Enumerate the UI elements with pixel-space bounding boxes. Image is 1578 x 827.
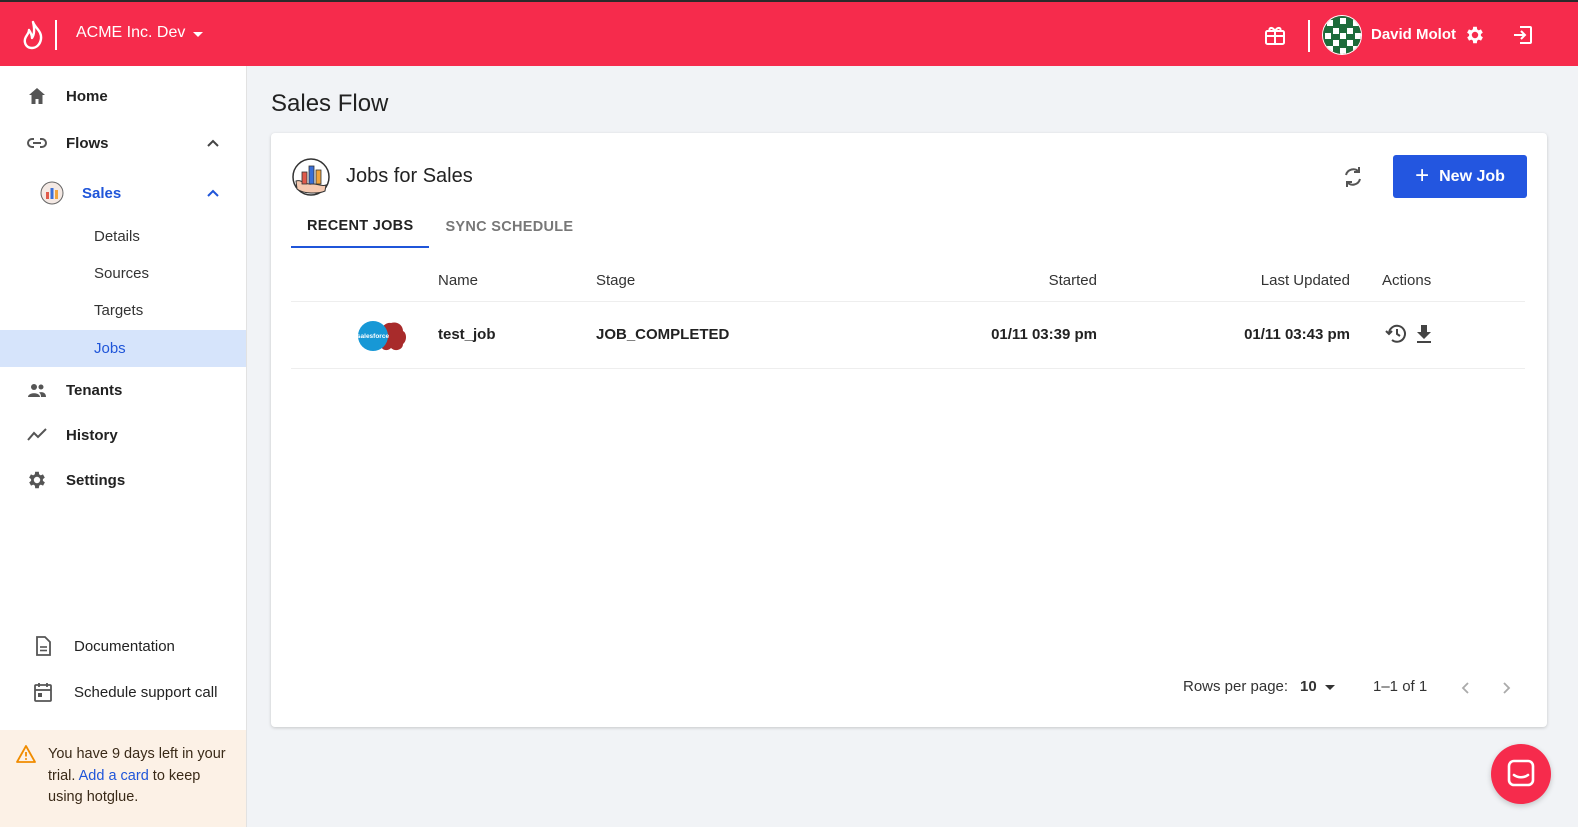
rows-per-page-select[interactable]: 10 [1300, 678, 1335, 695]
table-header: Name Stage Started Last Updated Actions [291, 258, 1525, 302]
top-bar: ACME Inc. Dev David Molot [0, 0, 1578, 66]
sidebar-item-history[interactable]: History [0, 415, 246, 455]
plus-icon: + [1415, 161, 1430, 189]
trend-icon [27, 428, 47, 441]
sidebar-subitem-label: Jobs [94, 340, 126, 357]
pagination-range: 1–1 of 1 [1373, 678, 1428, 695]
caret-down-icon [193, 31, 204, 37]
people-icon [28, 384, 46, 397]
schedule-support-call-link[interactable]: Schedule support call [0, 672, 246, 712]
home-icon [29, 88, 45, 104]
sidebar-item-settings[interactable]: Settings [0, 460, 246, 500]
sidebar-subitem-label: Targets [94, 302, 144, 319]
settings-gear-icon[interactable] [1464, 24, 1486, 46]
rows-per-page-label: Rows per page: [1183, 678, 1289, 695]
trial-message: You have 9 days left in your trial. Add … [48, 744, 238, 809]
sidebar-subitem-label: Details [94, 228, 140, 245]
chevron-left-icon[interactable] [1456, 678, 1476, 698]
sidebar-item-sales-flow[interactable]: Sales [0, 173, 246, 213]
tab-sync-schedule[interactable]: SYNC SCHEDULE [429, 205, 589, 248]
sidebar-subitem-label: Sources [94, 265, 150, 282]
schedule-support-call-label: Schedule support call [74, 683, 218, 701]
sidebar-item-label: History [66, 426, 118, 444]
document-icon [36, 636, 51, 656]
column-header-name: Name [438, 272, 479, 289]
column-header-actions: Actions [1382, 272, 1432, 289]
warning-icon [16, 745, 36, 763]
column-header-started: Started [1048, 272, 1097, 289]
tabs: RECENT JOBS SYNC SCHEDULE [291, 205, 589, 248]
hotglue-flame-logo[interactable] [20, 20, 46, 50]
chevron-right-icon[interactable] [1496, 678, 1516, 698]
trial-banner: You have 9 days left in your trial. Add … [0, 730, 246, 827]
chat-launcher-button[interactable] [1491, 744, 1551, 804]
sidebar-subitem-details[interactable]: Details [0, 218, 246, 255]
sidebar-item-label: Flows [66, 134, 109, 152]
chevron-up-icon [207, 139, 219, 147]
calendar-icon [34, 683, 52, 702]
link-icon [27, 138, 47, 148]
sidebar: Home Flows Sales Details Sources Targets… [0, 66, 247, 827]
sidebar-flow-label: Sales [82, 184, 122, 202]
sales-flow-icon [292, 158, 330, 196]
table-row[interactable]: salesforce test_job JOB_COMPLETED 01/11 … [291, 302, 1525, 369]
sidebar-item-label: Tenants [66, 381, 123, 399]
job-name[interactable]: test_job [438, 326, 496, 343]
new-job-label: New Job [1439, 167, 1505, 185]
new-job-button[interactable]: + New Job [1393, 155, 1527, 198]
job-last-updated: 01/11 03:43 pm [1244, 326, 1350, 343]
sidebar-subitem-targets[interactable]: Targets [0, 292, 246, 329]
column-header-stage: Stage [596, 272, 636, 289]
gear-icon [29, 471, 45, 489]
salesforce-connector-icon: salesforce [357, 321, 406, 351]
svg-text:salesforce: salesforce [357, 333, 390, 340]
pagination: Rows per page: 10 1–1 of 1 [1183, 678, 1523, 698]
sidebar-subitem-jobs[interactable]: Jobs [0, 330, 246, 367]
org-name: ACME Inc. Dev [76, 24, 186, 41]
rows-per-page-value: 10 [1300, 678, 1317, 695]
caret-down-icon [1324, 685, 1335, 690]
sidebar-item-home[interactable]: Home [0, 76, 246, 116]
card-title: Jobs for Sales [346, 165, 473, 187]
documentation-link[interactable]: Documentation [0, 626, 246, 666]
brand-divider [55, 20, 57, 50]
user-name[interactable]: David Molot [1371, 26, 1456, 43]
sales-flow-icon [40, 181, 64, 205]
sidebar-item-flows[interactable]: Flows [0, 123, 246, 163]
column-header-last-updated: Last Updated [1260, 272, 1350, 289]
history-icon[interactable] [1384, 322, 1408, 346]
job-stage: JOB_COMPLETED [596, 326, 730, 343]
avatar[interactable] [1322, 15, 1362, 55]
chat-icon [1507, 759, 1535, 787]
add-card-link[interactable]: Add a card [79, 768, 149, 784]
documentation-label: Documentation [74, 637, 175, 655]
jobs-card: Jobs for Sales + New Job RECENT JOBS SYN… [271, 133, 1547, 727]
tab-recent-jobs[interactable]: RECENT JOBS [291, 205, 430, 248]
sidebar-item-label: Settings [66, 471, 126, 489]
chevron-up-icon [207, 189, 219, 197]
jobs-table: Name Stage Started Last Updated Actions … [291, 258, 1525, 369]
download-icon[interactable] [1412, 322, 1436, 346]
job-started: 01/11 03:39 pm [991, 326, 1097, 343]
gift-icon[interactable] [1264, 24, 1286, 46]
sidebar-item-label: Home [66, 87, 108, 105]
top-divider [1308, 20, 1310, 52]
page-title: Sales Flow [271, 90, 389, 117]
logout-icon[interactable] [1512, 24, 1534, 46]
refresh-icon[interactable] [1340, 164, 1366, 190]
sidebar-item-tenants[interactable]: Tenants [0, 370, 246, 410]
org-switcher[interactable]: ACME Inc. Dev [76, 24, 204, 42]
sidebar-subitem-sources[interactable]: Sources [0, 255, 246, 292]
